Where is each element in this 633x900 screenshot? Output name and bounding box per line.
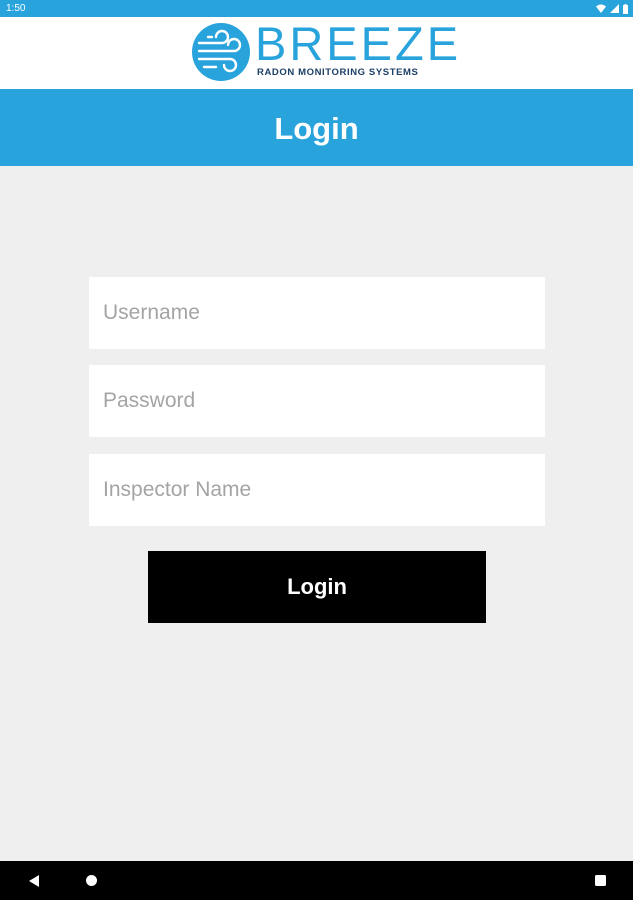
navigation-bar: [0, 861, 633, 900]
recents-icon: [594, 875, 606, 886]
login-button[interactable]: Login: [148, 551, 486, 623]
status-icons: [596, 3, 628, 14]
logo-tagline: RADON MONITORING SYSTEMS: [257, 67, 419, 78]
title-bar: Login: [0, 89, 633, 166]
wifi-icon: [596, 4, 606, 13]
wind-icon: [192, 23, 250, 81]
page-title: Login: [274, 111, 359, 146]
battery-icon: [623, 3, 628, 14]
status-bar: 1:50: [0, 0, 633, 17]
home-button[interactable]: [71, 861, 111, 900]
back-button[interactable]: [14, 861, 54, 900]
home-icon: [85, 875, 97, 886]
logo-bar: BREEZE RADON MONITORING SYSTEMS: [0, 17, 633, 89]
username-input[interactable]: [89, 277, 545, 349]
back-icon: [28, 874, 39, 887]
signal-icon: [610, 4, 619, 13]
logo-wordmark: BREEZE: [255, 17, 462, 70]
inspector-name-input[interactable]: [89, 454, 545, 526]
recents-button[interactable]: [580, 861, 620, 900]
password-input[interactable]: [89, 365, 545, 437]
status-time: 1:50: [6, 3, 26, 14]
